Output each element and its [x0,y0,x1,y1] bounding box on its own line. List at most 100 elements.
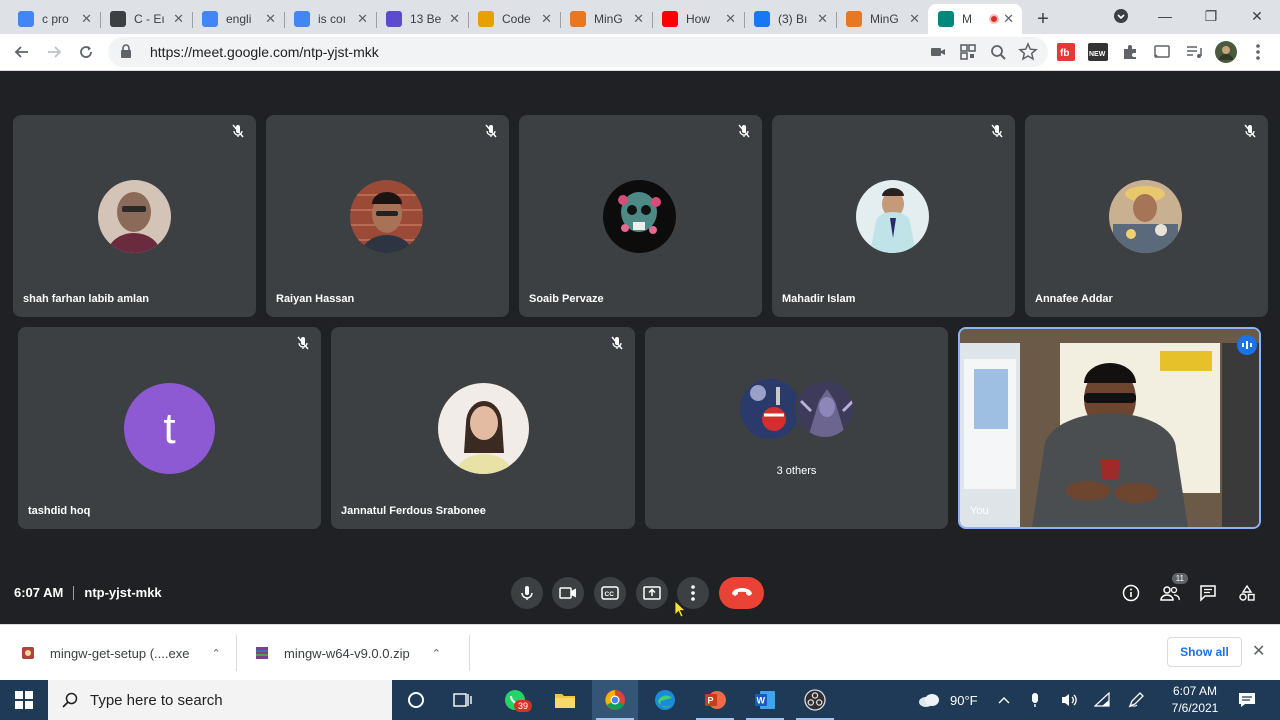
qr-code-icon[interactable] [956,40,980,69]
profile-avatar[interactable] [1212,38,1240,66]
word-app[interactable]: W [742,680,788,720]
avatar [350,180,423,253]
reload-button[interactable] [70,36,102,68]
microphone-button[interactable] [511,577,543,609]
people-button[interactable]: 11 [1156,573,1188,607]
browser-tab[interactable]: engli ✕ [192,4,284,34]
minimize-button[interactable]: — [1142,0,1188,32]
browser-tab[interactable]: (3) Bı ✕ [744,4,836,34]
whatsapp-app[interactable]: 39 [492,680,538,720]
close-tab-icon[interactable]: ✕ [541,11,552,27]
participant-name: Jannatul Ferdous Srabonee [341,505,486,517]
taskbar-search[interactable]: Type here to search [48,680,392,720]
close-tab-icon[interactable]: ✕ [1003,11,1014,27]
close-icon[interactable]: ✕ [1252,641,1265,661]
chevron-up-icon [998,697,1010,704]
close-tab-icon[interactable]: ✕ [173,11,184,27]
pen-workspace-icon[interactable] [1128,680,1144,720]
weather-widget[interactable]: 90°F [918,680,978,720]
close-window-button[interactable]: ✕ [1234,0,1280,32]
cortana-button[interactable] [393,680,439,720]
browser-tab[interactable]: MinG ✕ [836,4,928,34]
media-control-icon[interactable] [1180,38,1208,66]
browser-tab[interactable]: Code ✕ [468,4,560,34]
start-button[interactable] [0,680,48,720]
present-screen-button[interactable] [636,577,668,609]
new-tab-button[interactable]: + [1028,4,1058,34]
bookmark-star-icon[interactable] [1016,40,1040,69]
k-icon [386,11,402,27]
url-text: https://meet.google.com/ntp-yjst-mkk [150,44,379,60]
participant-tile[interactable]: shah farhan labib amlan [13,115,256,317]
participant-tile[interactable]: t tashdid hoq [18,327,321,529]
taskbar-clock[interactable]: 6:07 AM 7/6/2021 [1160,683,1230,717]
browser-tab[interactable]: is coı ✕ [284,4,376,34]
participant-tile[interactable]: Jannatul Ferdous Srabonee [331,327,635,529]
close-tab-icon[interactable]: ✕ [909,11,920,27]
windows-taskbar: Type here to search 39 P W 90°F 6:07 AM … [0,680,1280,720]
meeting-details-button[interactable] [1117,579,1145,607]
notifications-icon[interactable] [1238,680,1256,720]
extension-fb-icon[interactable]: fb [1052,38,1080,66]
mic-tray-icon[interactable] [1030,680,1040,720]
restore-button[interactable]: ❐ [1188,0,1234,32]
participant-tile[interactable]: Mahadir Islam [772,115,1015,317]
close-tab-icon[interactable]: ✕ [633,11,644,27]
task-view-button[interactable] [440,680,486,720]
lock-icon [120,43,136,61]
wifi-icon[interactable] [1094,680,1110,720]
back-button[interactable] [6,36,38,68]
extension-news-icon[interactable]: NEW [1084,38,1112,66]
address-bar[interactable]: https://meet.google.com/ntp-yjst-mkk [108,37,1048,67]
browser-tab[interactable]: MinG ✕ [560,4,652,34]
participant-name: tashdid hoq [28,505,91,517]
close-tab-icon[interactable]: ✕ [449,11,460,27]
edge-app[interactable] [642,680,688,720]
participant-tile[interactable]: Raiyan Hassan [266,115,509,317]
camera-in-use-icon[interactable] [926,40,950,69]
chevron-up-icon[interactable]: ⌃ [432,647,441,660]
download-item[interactable]: mingw-w64-v9.0.0.zip ⌃ [254,625,441,681]
volume-icon[interactable] [1060,680,1078,720]
cortana-icon [408,692,424,708]
activities-button[interactable] [1233,579,1261,607]
browser-tab[interactable]: c pro ✕ [8,4,100,34]
powerpoint-app[interactable]: P [692,680,738,720]
extensions-puzzle-icon[interactable] [1116,38,1144,66]
self-video-tile[interactable]: You [958,327,1261,529]
browser-tab[interactable]: How ✕ [652,4,744,34]
chat-button[interactable] [1194,579,1222,607]
close-tab-icon[interactable]: ✕ [265,11,276,27]
close-tab-icon[interactable]: ✕ [725,11,736,27]
browser-menu-icon[interactable] [1244,38,1272,66]
show-hidden-icons-button[interactable] [998,680,1010,720]
show-all-button[interactable]: Show all [1167,637,1242,667]
mic-off-icon [738,124,750,138]
browser-tab[interactable]: 13 Be ✕ [376,4,468,34]
avatar [856,180,929,253]
camera-button[interactable] [552,577,584,609]
chrome-app[interactable] [592,680,638,720]
zoom-icon[interactable] [986,40,1010,69]
browser-tab[interactable]: M ✕ [928,4,1022,34]
download-item[interactable]: mingw-get-setup (....exe ⌃ [20,625,221,681]
obs-icon [804,689,826,711]
file-explorer-app[interactable] [542,680,588,720]
camera-icon [559,587,576,599]
close-tab-icon[interactable]: ✕ [357,11,368,27]
browser-tab[interactable]: C - Eı ✕ [100,4,192,34]
forward-button[interactable] [38,36,70,68]
close-tab-icon[interactable]: ✕ [817,11,828,27]
close-tab-icon[interactable]: ✕ [81,11,92,27]
word-icon: W [755,691,775,709]
chevron-up-icon[interactable]: ⌃ [211,647,220,660]
cast-icon[interactable] [1148,38,1176,66]
obs-app[interactable] [792,680,838,720]
participant-name: Raiyan Hassan [276,293,355,305]
participant-tile[interactable]: Annafee Addar [1025,115,1268,317]
tab-search-icon[interactable] [1098,0,1144,32]
leave-call-button[interactable] [719,577,764,609]
captions-button[interactable]: CC [594,577,626,609]
participant-tile[interactable]: Soaib Pervaze [519,115,762,317]
others-tile[interactable]: 3 others [645,327,948,529]
